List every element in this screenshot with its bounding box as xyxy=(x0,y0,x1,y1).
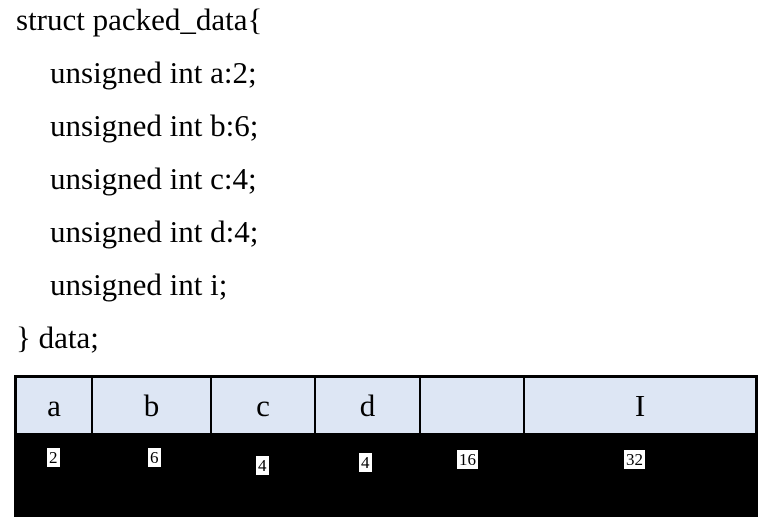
code-line-struct-close: } data; xyxy=(16,320,99,355)
code-line-field-d: unsigned int d:4; xyxy=(50,214,259,249)
field-cell-c: c xyxy=(212,378,316,433)
bit-width-i: 32 xyxy=(624,450,645,469)
bit-layout-diagram: a b c d I 2 6 4 4 16 32 xyxy=(14,375,758,517)
bit-width-c: 4 xyxy=(256,456,269,475)
code-line-field-b: unsigned int b:6; xyxy=(50,108,259,143)
bit-width-a: 2 xyxy=(47,448,60,467)
field-cell-d: d xyxy=(316,378,421,433)
bit-width-row: 2 6 4 4 16 32 xyxy=(14,433,758,517)
field-cell-b: b xyxy=(93,378,212,433)
bit-width-b: 6 xyxy=(148,448,161,467)
code-line-field-c: unsigned int c:4; xyxy=(50,161,257,196)
bit-width-d: 4 xyxy=(359,453,372,472)
code-line-field-a: unsigned int a:2; xyxy=(50,55,257,90)
field-cell-a: a xyxy=(17,378,93,433)
code-line-field-i: unsigned int i; xyxy=(50,267,228,302)
field-cell-padding xyxy=(421,378,525,433)
code-line-struct-open: struct packed_data{ xyxy=(16,2,263,37)
field-cell-i: I xyxy=(525,378,755,433)
field-name-row: a b c d I xyxy=(17,378,755,433)
bit-width-padding: 16 xyxy=(457,450,478,469)
